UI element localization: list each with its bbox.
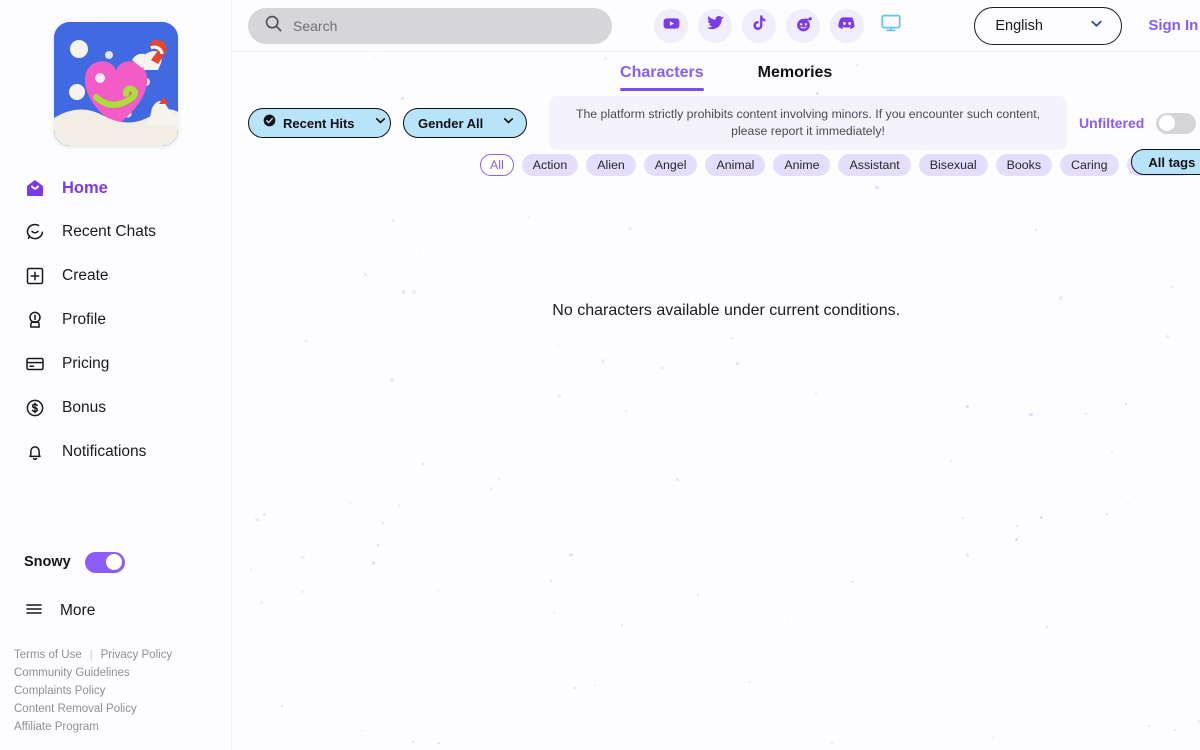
search-icon <box>264 14 283 38</box>
sidebar-footer-links: Terms of Use | Privacy Policy Community … <box>0 634 231 750</box>
empty-state: No characters available under current co… <box>232 184 1200 750</box>
footer-link-community-guidelines[interactable]: Community Guidelines <box>14 666 231 680</box>
footer-link-content-removal-policy[interactable]: Content Removal Policy <box>14 702 231 716</box>
sidebar-item-label: Bonus <box>62 399 106 416</box>
twitter-icon <box>706 14 725 38</box>
top-bar: Search English Sign In <box>232 0 1200 52</box>
sidebar-item-more[interactable]: More <box>0 588 231 634</box>
tiktok-link[interactable] <box>742 8 776 43</box>
policy-notice-banner: The platform strictly prohibits content … <box>549 96 1067 150</box>
tag-chip-angel[interactable]: Angel <box>643 154 698 176</box>
sidebar-nav: Home Recent Chats Create Profile Pricing… <box>0 166 231 474</box>
tag-chip-animal[interactable]: Animal <box>705 154 766 176</box>
unfiltered-toggle-group: Unfiltered <box>1079 112 1200 134</box>
discord-icon <box>837 13 857 38</box>
sort-dropdown[interactable]: Recent Hits <box>248 108 391 138</box>
sidebar-item-label: Recent Chats <box>62 223 156 240</box>
footer-link-terms[interactable]: Terms of Use <box>14 648 82 662</box>
content-tabs: Characters Memories <box>232 52 1200 100</box>
main-content: Search English Sign In Characters Memori… <box>232 0 1200 750</box>
tab-memories[interactable]: Memories <box>758 64 833 89</box>
social-links <box>654 8 908 43</box>
sidebar-item-recent-chats[interactable]: Recent Chats <box>0 210 231 254</box>
plus-square-icon <box>24 265 46 287</box>
monitor-link[interactable] <box>874 9 908 43</box>
sidebar-item-label: Home <box>62 178 108 197</box>
sort-label: Recent Hits <box>283 115 355 131</box>
tiktok-icon <box>750 14 768 37</box>
twitter-link[interactable] <box>698 8 732 43</box>
footer-link-affiliate-program[interactable]: Affiliate Program <box>14 720 231 734</box>
snowy-toggle[interactable] <box>84 551 125 573</box>
filter-bar: Recent Hits Gender All The platform stri… <box>232 96 1200 150</box>
footer-link-privacy[interactable]: Privacy Policy <box>101 648 173 662</box>
gender-label: Gender All <box>418 115 484 131</box>
app-logo[interactable] <box>53 22 178 146</box>
policy-notice-text: The platform strictly prohibits content … <box>575 107 1041 138</box>
snowy-toggle-knob <box>105 554 122 570</box>
more-label: More <box>60 602 96 619</box>
tag-chip-anime[interactable]: Anime <box>773 154 831 176</box>
home-icon <box>24 177 46 199</box>
sidebar-item-label: Create <box>62 267 109 284</box>
sidebar-item-pricing[interactable]: Pricing <box>0 342 231 386</box>
snowy-label: Snowy <box>24 554 71 570</box>
language-selector[interactable]: English <box>974 6 1123 45</box>
youtube-link[interactable] <box>654 8 688 43</box>
chat-bubble-icon <box>24 221 46 243</box>
discord-link[interactable] <box>830 8 864 43</box>
tag-chip-scroller[interactable]: All Action Alien Angel Animal Anime Assi… <box>480 150 1200 180</box>
snowy-heart-logo-icon <box>53 22 178 146</box>
tag-chip-bisexual[interactable]: Bisexual <box>918 154 988 176</box>
check-circle-icon <box>263 114 276 132</box>
bell-icon <box>24 441 46 463</box>
snowy-toggle-row: Snowy <box>0 542 231 582</box>
gender-dropdown[interactable]: Gender All <box>403 108 527 138</box>
dollar-circle-icon <box>24 397 46 419</box>
unfiltered-toggle[interactable] <box>1156 112 1197 134</box>
empty-state-message: No characters available under current co… <box>552 302 901 319</box>
sidebar-item-label: Profile <box>62 311 106 328</box>
credit-card-icon <box>24 353 46 375</box>
chevron-down-icon <box>501 113 516 133</box>
app-root: Home Recent Chats Create Profile Pricing… <box>0 0 1200 750</box>
language-value: English <box>995 17 1043 34</box>
unfiltered-toggle-knob <box>1159 115 1176 131</box>
monitor-icon <box>880 12 902 39</box>
tag-chip-caring[interactable]: Caring <box>1060 154 1119 176</box>
sidebar-item-notifications[interactable]: Notifications <box>0 430 231 474</box>
tag-chip-alien[interactable]: Alien <box>586 154 636 176</box>
search-input[interactable]: Search <box>248 7 612 44</box>
footer-link-complaints-policy[interactable]: Complaints Policy <box>14 684 231 698</box>
hamburger-icon <box>24 599 44 624</box>
sidebar-item-label: Notifications <box>62 443 147 460</box>
footer-row-terms-privacy: Terms of Use | Privacy Policy <box>14 648 231 662</box>
sidebar-item-profile[interactable]: Profile <box>0 298 231 342</box>
reddit-icon <box>794 14 813 38</box>
sign-in-button[interactable]: Sign In <box>1148 17 1198 34</box>
sidebar-item-home[interactable]: Home <box>0 166 231 210</box>
sidebar-item-create[interactable]: Create <box>0 254 231 298</box>
footer-separator: | <box>89 649 93 661</box>
sidebar: Home Recent Chats Create Profile Pricing… <box>0 0 232 750</box>
sidebar-item-label: Pricing <box>62 355 110 372</box>
tag-chip-action[interactable]: Action <box>521 154 579 176</box>
chevron-down-icon <box>373 113 388 133</box>
tag-chip-books[interactable]: Books <box>995 154 1053 176</box>
tag-filter-row: All Action Alien Angel Animal Anime Assi… <box>232 149 1200 184</box>
reddit-link[interactable] <box>786 8 820 43</box>
tag-chip-all[interactable]: All <box>480 154 514 176</box>
user-circle-icon <box>24 309 46 331</box>
chevron-down-icon <box>1088 15 1105 36</box>
logo-container <box>0 22 231 146</box>
unfiltered-label: Unfiltered <box>1079 115 1145 131</box>
tab-characters[interactable]: Characters <box>620 64 704 91</box>
youtube-icon <box>662 14 681 38</box>
all-tags-button[interactable]: All tags <box>1131 149 1200 175</box>
sidebar-item-bonus[interactable]: Bonus <box>0 386 231 430</box>
tag-chip-assistant[interactable]: Assistant <box>838 154 911 176</box>
search-placeholder: Search <box>293 17 338 34</box>
